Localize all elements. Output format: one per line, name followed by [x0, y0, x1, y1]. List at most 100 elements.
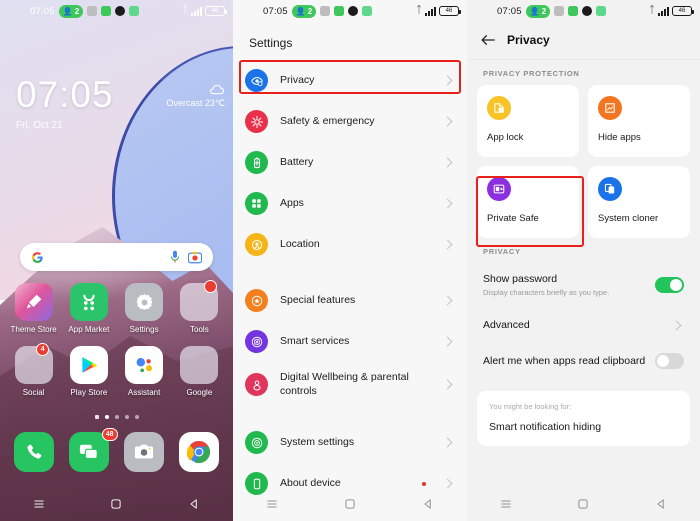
sidebar-item-system-settings[interactable]: System settings — [233, 422, 467, 463]
back-button[interactable] — [188, 498, 200, 510]
people-badge-icon: 👤 2 — [58, 4, 84, 18]
assistant-icon — [125, 346, 164, 384]
update-dot-badge — [422, 481, 426, 486]
app-mint-icon — [129, 6, 140, 16]
voice-search-icon[interactable] — [170, 250, 180, 264]
battery-icon: 46 — [205, 6, 227, 16]
dock-phone[interactable]: Phone — [6, 432, 61, 472]
wellbeing-icon — [245, 373, 268, 397]
clipboard-alert-toggle[interactable] — [655, 353, 684, 369]
sidebar-item-label: Privacy — [280, 73, 315, 86]
chevron-right-icon — [442, 198, 453, 209]
app-folder-tools[interactable]: Tools — [172, 280, 227, 334]
home-button[interactable] — [577, 498, 589, 510]
battery-icon: 46 — [439, 6, 461, 16]
suggestion-card[interactable]: You might be looking for: Smart notifica… — [477, 391, 690, 446]
app-label: Tools — [190, 325, 209, 334]
settings-page-title: Settings — [249, 36, 293, 50]
app-mint-icon — [362, 6, 373, 16]
app-label: Theme Store — [10, 325, 57, 334]
nav-bar-home — [0, 487, 233, 521]
bluetooth-icon: ᛏ — [649, 5, 655, 16]
messages-badge: 48 — [101, 428, 118, 441]
sidebar-item-safety-emergency[interactable]: Safety & emergency — [233, 101, 467, 142]
sidebar-item-digital-wellbeing[interactable]: Digital Wellbeing & parental controls — [233, 362, 467, 407]
app-theme-store[interactable]: Theme Store — [6, 283, 61, 334]
settings-group-1: Privacy Safety & emergency Battery Apps … — [233, 60, 467, 269]
card-hide-apps[interactable]: Hide apps — [588, 85, 690, 157]
page-title: Privacy — [507, 33, 550, 47]
app-label: Social — [22, 388, 45, 397]
sidebar-item-label: Safety & emergency — [280, 114, 375, 127]
app-dark-icon — [348, 6, 359, 16]
sidebar-item-battery[interactable]: Battery — [233, 142, 467, 183]
row-show-password[interactable]: Show password Display characters briefly… — [467, 263, 700, 307]
home-button[interactable] — [110, 498, 122, 510]
row-clipboard-alert[interactable]: Alert me when apps read clipboard — [467, 343, 700, 379]
page-indicator[interactable] — [0, 415, 233, 419]
dock-messages[interactable]: 48 Messages — [61, 428, 118, 472]
google-folder-icon — [180, 346, 219, 384]
theme-store-icon — [14, 283, 53, 321]
location-pin-icon — [245, 233, 268, 256]
lens-camera-icon[interactable] — [188, 251, 202, 264]
private-safe-icon — [487, 177, 511, 201]
app-folder-google[interactable]: Google — [172, 346, 227, 397]
cloud-icon — [208, 84, 225, 95]
dock-chrome[interactable]: Chrome — [172, 432, 227, 472]
google-logo-icon — [31, 251, 44, 264]
bluetooth-icon: ᛏ — [416, 5, 422, 16]
sidebar-item-special-features[interactable]: Special features — [233, 280, 467, 321]
app-dark-icon — [582, 6, 593, 16]
recents-button[interactable] — [500, 498, 512, 510]
smart-services-icon — [245, 330, 268, 353]
app-green-icon — [334, 6, 345, 16]
panel-home-screen: 07:05 👤 2 ᛏ 46 07:05 Fri, Oct 21 Overcas… — [0, 0, 233, 521]
app-label: App Market — [68, 325, 110, 334]
card-private-safe[interactable]: Private Safe — [477, 166, 579, 238]
sidebar-item-privacy[interactable]: Privacy — [233, 60, 467, 101]
card-app-lock[interactable]: App lock — [477, 85, 579, 157]
sidebar-item-label: Battery — [280, 155, 314, 168]
status-bar-settings: 07:05 👤 2 ᛏ 46 — [233, 0, 467, 22]
section-header-protection: PRIVACY PROTECTION — [483, 69, 580, 78]
show-password-toggle[interactable] — [655, 277, 684, 293]
app-label: Assistant — [127, 388, 161, 397]
recents-button[interactable] — [266, 498, 278, 510]
card-label: Hide apps — [598, 132, 641, 143]
sidebar-item-smart-services[interactable]: Smart services — [233, 321, 467, 362]
dock: Phone 48 Messages Camera Chrome — [0, 428, 233, 472]
recents-button[interactable] — [33, 498, 45, 510]
dock-camera[interactable]: Camera — [117, 432, 172, 472]
sidebar-item-apps[interactable]: Apps — [233, 183, 467, 224]
clock-widget[interactable]: 07:05 Fri, Oct 21 — [16, 76, 114, 131]
app-grid: Theme Store App Market Settings Tools 4 … — [0, 280, 233, 397]
card-label: Private Safe — [487, 213, 539, 224]
app-folder-social[interactable]: 4 Social — [6, 343, 61, 397]
phone-icon — [13, 432, 54, 472]
camera-icon — [124, 432, 165, 472]
status-time: 07:05 — [497, 5, 522, 17]
weather-widget[interactable]: Overcast 23℃ — [166, 84, 225, 109]
app-settings[interactable]: Settings — [117, 283, 172, 334]
back-arrow-icon[interactable] — [481, 34, 495, 46]
google-search-bar[interactable] — [20, 243, 213, 271]
chevron-right-icon — [442, 295, 453, 306]
chevron-right-icon — [442, 336, 453, 347]
chevron-right-icon — [442, 437, 453, 448]
app-assistant[interactable]: Assistant — [117, 346, 172, 397]
row-advanced[interactable]: Advanced — [467, 307, 700, 343]
settings-gear-icon — [125, 283, 164, 321]
app-app-market[interactable]: App Market — [61, 283, 116, 334]
card-system-cloner[interactable]: System cloner — [588, 166, 690, 238]
sidebar-item-label: Apps — [280, 196, 304, 209]
home-button[interactable] — [344, 498, 356, 510]
app-label: Google — [186, 388, 213, 397]
sidebar-item-location[interactable]: Location — [233, 224, 467, 265]
back-button[interactable] — [422, 498, 434, 510]
app-play-store[interactable]: Play Store — [61, 346, 116, 397]
chevron-right-icon — [442, 379, 453, 390]
app-green-icon — [568, 6, 579, 16]
group-divider — [233, 411, 467, 423]
back-button[interactable] — [655, 498, 667, 510]
